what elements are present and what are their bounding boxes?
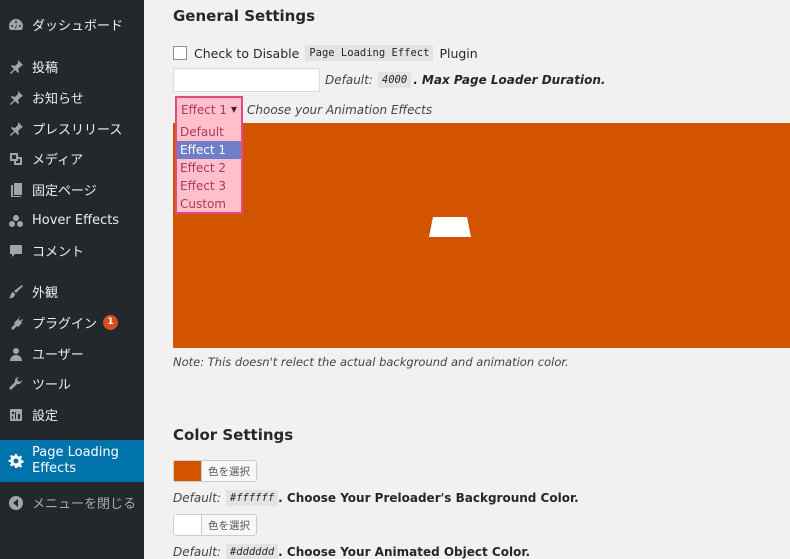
- animation-option-custom[interactable]: Custom: [177, 195, 241, 213]
- plugin-icon: [8, 315, 24, 331]
- hover-effects-icon: [8, 213, 24, 229]
- sidebar-item-users[interactable]: ユーザー: [0, 338, 144, 369]
- update-count-badge: 1: [103, 315, 119, 330]
- user-icon: [8, 346, 24, 362]
- sidebar-item-label: メディア: [32, 153, 84, 168]
- sidebar-item-tools[interactable]: ツール: [0, 368, 144, 399]
- media-icon: [8, 151, 24, 167]
- disable-checkbox[interactable]: [173, 46, 187, 60]
- sidebar-item-label: ダッシュボード: [32, 19, 124, 34]
- sidebar-item-posts[interactable]: 投稿: [0, 51, 144, 82]
- sidebar-collapse-menu[interactable]: メニューを閉じる: [0, 487, 144, 518]
- sidebar-item-news[interactable]: お知らせ: [0, 82, 144, 113]
- bg-color-button-label: 色を選択: [208, 465, 250, 478]
- general-settings-title: General Settings: [173, 7, 316, 25]
- sidebar-item-label: 固定ページ: [32, 184, 97, 199]
- loader-object: [429, 217, 471, 237]
- sidebar-item-label: Page Loading Effects: [32, 445, 119, 476]
- settings-icon: [8, 407, 24, 423]
- admin-sidebar: ダッシュボード 投稿 お知らせ プレスリリース メディア 固定ページ Hover…: [0, 0, 144, 559]
- animation-preview: [173, 123, 790, 348]
- animation-selected-value: Effect 1: [181, 102, 227, 117]
- animation-desc: Choose your Animation Effects: [247, 103, 433, 117]
- sidebar-item-plugins[interactable]: プラグイン 1: [0, 307, 144, 338]
- sidebar-item-dashboard[interactable]: ダッシュボード: [0, 9, 144, 40]
- appearance-icon: [8, 284, 24, 300]
- sidebar-item-press-release[interactable]: プレスリリース: [0, 113, 144, 144]
- bg-color-desc: . Choose Your Preloader's Background Col…: [278, 491, 579, 505]
- dashboard-icon: [8, 17, 24, 33]
- pin-icon: [8, 90, 24, 106]
- tool-icon: [8, 376, 24, 392]
- sidebar-item-label: ツール: [32, 378, 72, 393]
- page-icon: [8, 182, 24, 198]
- color-settings-title: Color Settings: [173, 426, 294, 444]
- sidebar-item-label: コメント: [32, 245, 85, 260]
- main-content: General Settings Check to Disable Page L…: [144, 0, 790, 559]
- duration-desc: . Max Page Loader Duration.: [413, 73, 606, 87]
- sidebar-item-hover-effects[interactable]: Hover Effects: [0, 205, 144, 236]
- bg-color-picker[interactable]: 色を選択: [173, 460, 257, 482]
- sidebar-item-settings[interactable]: 設定: [0, 399, 144, 430]
- sidebar-item-label: プレスリリース: [32, 123, 123, 138]
- disable-label-post: Plugin: [439, 45, 478, 61]
- duration-row: Default: 4000 . Max Page Loader Duration…: [173, 68, 605, 92]
- animation-option-effect-2[interactable]: Effect 2: [177, 159, 241, 177]
- preview-note: Note: This doesn't relect the actual bac…: [173, 355, 569, 369]
- sidebar-item-label: プラグイン: [32, 317, 98, 332]
- disable-label-pre: Check to Disable: [194, 45, 300, 61]
- obj-default-label: Default:: [173, 545, 221, 559]
- sidebar-item-label: 設定: [32, 409, 59, 424]
- comment-icon: [8, 243, 24, 259]
- obj-color-picker[interactable]: 色を選択: [173, 514, 257, 536]
- animation-option-effect-1[interactable]: Effect 1: [177, 141, 241, 159]
- obj-default-line: Default: #dddddd . Choose Your Animated …: [173, 544, 530, 559]
- bg-default-line: Default: #ffffff . Choose Your Preloader…: [173, 490, 579, 506]
- animation-select[interactable]: Effect 1 ▼: [177, 98, 241, 121]
- sidebar-item-pages[interactable]: 固定ページ: [0, 174, 144, 205]
- obj-default-value: #dddddd: [225, 544, 279, 559]
- disable-row: Check to Disable Page Loading Effect Plu…: [173, 45, 478, 61]
- animation-option-effect-3[interactable]: Effect 3: [177, 177, 241, 195]
- sidebar-item-label: ユーザー: [32, 348, 84, 363]
- gear-icon: [8, 453, 24, 469]
- obj-color-swatch: [174, 515, 202, 535]
- sidebar-item-label: 投稿: [32, 61, 59, 76]
- sidebar-item-comments[interactable]: コメント: [0, 235, 144, 266]
- sidebar-item-label: Hover Effects: [32, 213, 120, 228]
- obj-color-desc: . Choose Your Animated Object Color.: [278, 545, 531, 559]
- sidebar-item-page-loading-effects[interactable]: Page Loading Effects: [0, 440, 144, 482]
- sidebar-item-appearance[interactable]: 外観: [0, 276, 144, 307]
- duration-default-label: Default:: [325, 73, 373, 87]
- collapse-icon: [8, 495, 24, 511]
- obj-color-button-label: 色を選択: [208, 519, 250, 532]
- pin-icon: [8, 121, 24, 137]
- disable-code: Page Loading Effect: [305, 45, 434, 61]
- pin-icon: [8, 59, 24, 75]
- animation-option-default[interactable]: Default: [177, 123, 241, 141]
- sidebar-item-label: 外観: [32, 286, 59, 301]
- duration-default-value: 4000: [377, 72, 412, 88]
- bg-default-label: Default:: [173, 491, 221, 505]
- sidebar-item-label: メニューを閉じる: [32, 497, 137, 512]
- chevron-down-icon: ▼: [230, 105, 237, 114]
- bg-color-swatch: [174, 461, 202, 481]
- bg-default-value: #ffffff: [225, 490, 279, 506]
- animation-options-list: Default Effect 1 Effect 2 Effect 3 Custo…: [177, 123, 241, 213]
- sidebar-item-media[interactable]: メディア: [0, 143, 144, 174]
- duration-input[interactable]: [173, 68, 320, 92]
- sidebar-item-label: お知らせ: [32, 92, 84, 107]
